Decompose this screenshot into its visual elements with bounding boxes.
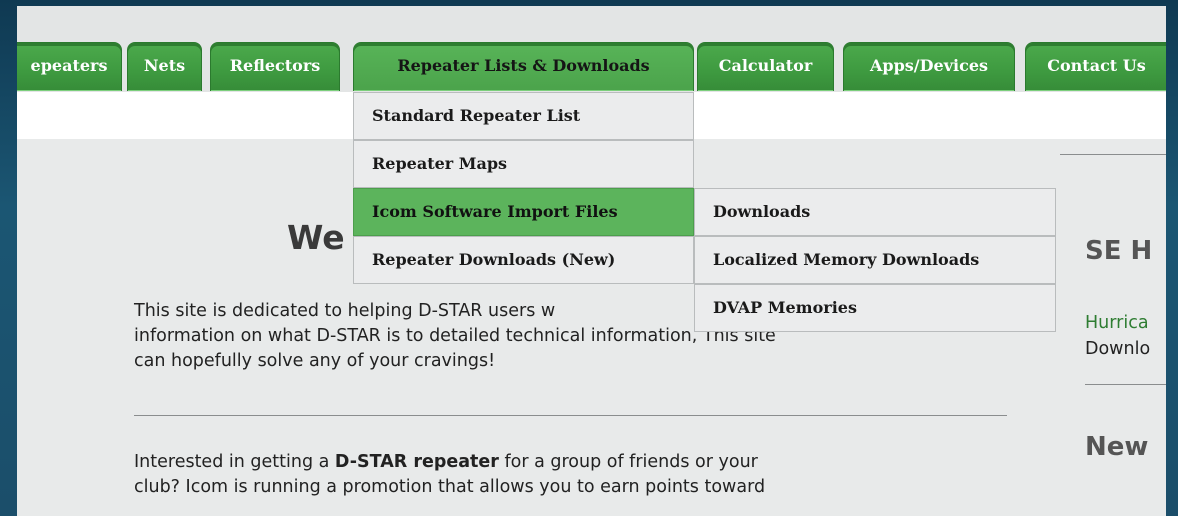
menu-item-label: Icom Software Import Files bbox=[372, 202, 618, 221]
tab-apps-devices[interactable]: Apps/Devices bbox=[843, 42, 1015, 91]
tab-contact-us[interactable]: Contact Us bbox=[1025, 42, 1166, 91]
sidebar-divider bbox=[1085, 384, 1166, 385]
tab-label: Calculator bbox=[718, 56, 813, 75]
sidebar-text: Downlo bbox=[1085, 339, 1151, 359]
promo-bold-text: D-STAR repeater bbox=[334, 452, 499, 472]
menu-item-repeater-downloads-new[interactable]: Repeater Downloads (New) bbox=[353, 236, 694, 284]
promo-line: club? Icom is running a promotion that a… bbox=[134, 477, 766, 497]
promo-text: for a group of friends or your bbox=[498, 452, 758, 472]
menu-item-label: DVAP Memories bbox=[713, 298, 857, 317]
promo-text: Interested in getting a bbox=[134, 452, 335, 472]
tab-label: Apps/Devices bbox=[870, 56, 988, 75]
intro-line: can hopefully solve any of your cravings… bbox=[134, 351, 496, 371]
promo-line: Interested in getting a D-STAR repeater … bbox=[134, 450, 1024, 475]
tab-label: Repeater Lists & Downloads bbox=[397, 56, 650, 75]
tab-label: epeaters bbox=[30, 56, 108, 75]
tab-repeater-lists-downloads[interactable]: Repeater Lists & Downloads bbox=[353, 42, 694, 91]
sidebar-title: New bbox=[1085, 432, 1149, 462]
menu-item-icom-software-import-files[interactable]: Icom Software Import Files bbox=[353, 188, 694, 236]
tab-label: Reflectors bbox=[229, 56, 321, 75]
menu-item-standard-repeater-list[interactable]: Standard Repeater List bbox=[353, 92, 694, 140]
tab-repeaters[interactable]: epeaters bbox=[17, 42, 122, 91]
promo-paragraph: Interested in getting a D-STAR repeater … bbox=[134, 450, 1024, 500]
welcome-heading: We bbox=[287, 218, 345, 257]
menu-item-repeater-maps[interactable]: Repeater Maps bbox=[353, 140, 694, 188]
sidebar-title: SE H bbox=[1085, 236, 1153, 266]
tab-nets[interactable]: Nets bbox=[127, 42, 202, 91]
submenu-item-downloads[interactable]: Downloads bbox=[694, 188, 1056, 236]
web-page: epeaters Nets Reflectors Repeater Lists … bbox=[17, 6, 1166, 516]
submenu-item-dvap-memories[interactable]: DVAP Memories bbox=[694, 284, 1056, 332]
menu-item-label: Standard Repeater List bbox=[372, 106, 581, 125]
menu-item-label: Repeater Maps bbox=[372, 154, 508, 173]
submenu-item-localized-memory-downloads[interactable]: Localized Memory Downloads bbox=[694, 236, 1056, 284]
tab-label: Nets bbox=[143, 56, 186, 75]
menu-item-label: Localized Memory Downloads bbox=[713, 250, 980, 269]
menu-item-label: Downloads bbox=[713, 202, 811, 221]
menu-item-label: Repeater Downloads (New) bbox=[372, 250, 616, 269]
tab-reflectors[interactable]: Reflectors bbox=[210, 42, 340, 91]
tab-label: Contact Us bbox=[1047, 56, 1146, 75]
tab-calculator[interactable]: Calculator bbox=[697, 42, 834, 91]
sidebar-link[interactable]: Hurrica bbox=[1085, 313, 1149, 333]
sidebar-divider-top bbox=[1060, 154, 1166, 155]
content-divider bbox=[134, 415, 1007, 416]
